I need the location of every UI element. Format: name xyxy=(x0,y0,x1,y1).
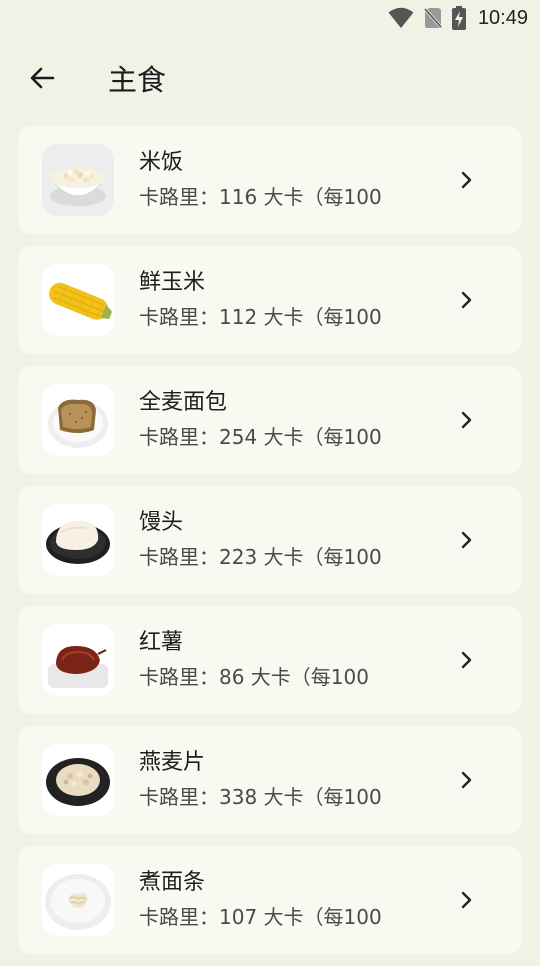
no-sim-icon xyxy=(423,7,442,29)
food-item-rice[interactable]: 米饭 卡路里：116 大卡（每100 xyxy=(18,126,522,234)
food-calories: 卡路里：116 大卡（每100 xyxy=(139,185,382,209)
back-button[interactable] xyxy=(20,58,64,102)
battery-charging-icon xyxy=(451,6,466,30)
food-calories: 卡路里：86 大卡（每100 xyxy=(139,665,369,689)
food-item-sweet-potato[interactable]: 红薯 卡路里：86 大卡（每100 xyxy=(18,606,522,714)
food-name: 煮面条 xyxy=(139,870,206,895)
app-header: 主食 xyxy=(0,50,540,110)
status-icons: 10:49 xyxy=(388,4,528,32)
status-bar: 10:49 xyxy=(0,0,540,36)
chevron-right-icon xyxy=(461,651,472,669)
steamed-bun-image xyxy=(42,504,114,576)
food-item-corn[interactable]: 鲜玉米 卡路里：112 大卡（每100 xyxy=(18,246,522,354)
food-name: 鲜玉米 xyxy=(139,270,206,295)
rice-bowl-image xyxy=(42,144,114,216)
food-name: 燕麦片 xyxy=(139,750,206,775)
arrow-left-icon xyxy=(28,64,56,96)
sweet-potato-image xyxy=(42,624,114,696)
bread-image xyxy=(42,384,114,456)
food-item-whole-wheat-bread[interactable]: 全麦面包 卡路里：254 大卡（每100 xyxy=(18,366,522,474)
corn-image xyxy=(42,264,114,336)
food-calories: 卡路里：254 大卡（每100 xyxy=(139,425,382,449)
chevron-right-icon xyxy=(461,411,472,429)
food-name: 米饭 xyxy=(139,150,184,175)
food-calories: 卡路里：107 大卡（每100 xyxy=(139,905,382,929)
food-name: 红薯 xyxy=(139,630,184,655)
status-time: 10:49 xyxy=(477,6,528,29)
chevron-right-icon xyxy=(461,171,472,189)
food-calories: 卡路里：112 大卡（每100 xyxy=(139,305,382,329)
food-list: 米饭 卡路里：116 大卡（每100 鲜玉米 卡路里：112 大卡（每100 全… xyxy=(18,126,522,966)
food-calories: 卡路里：338 大卡（每100 xyxy=(139,785,382,809)
food-name: 全麦面包 xyxy=(139,390,228,415)
food-name: 馒头 xyxy=(139,510,184,535)
food-item-boiled-noodles[interactable]: 煮面条 卡路里：107 大卡（每100 xyxy=(18,846,522,954)
food-calories: 卡路里：223 大卡（每100 xyxy=(139,545,382,569)
oatmeal-image xyxy=(42,744,114,816)
page-title: 主食 xyxy=(108,63,167,97)
noodles-image xyxy=(42,864,114,936)
chevron-right-icon xyxy=(461,291,472,309)
wifi-icon xyxy=(388,7,414,29)
food-item-steamed-bun[interactable]: 馒头 卡路里：223 大卡（每100 xyxy=(18,486,522,594)
chevron-right-icon xyxy=(461,891,472,909)
food-item-oatmeal[interactable]: 燕麦片 卡路里：338 大卡（每100 xyxy=(18,726,522,834)
chevron-right-icon xyxy=(461,771,472,789)
chevron-right-icon xyxy=(461,531,472,549)
